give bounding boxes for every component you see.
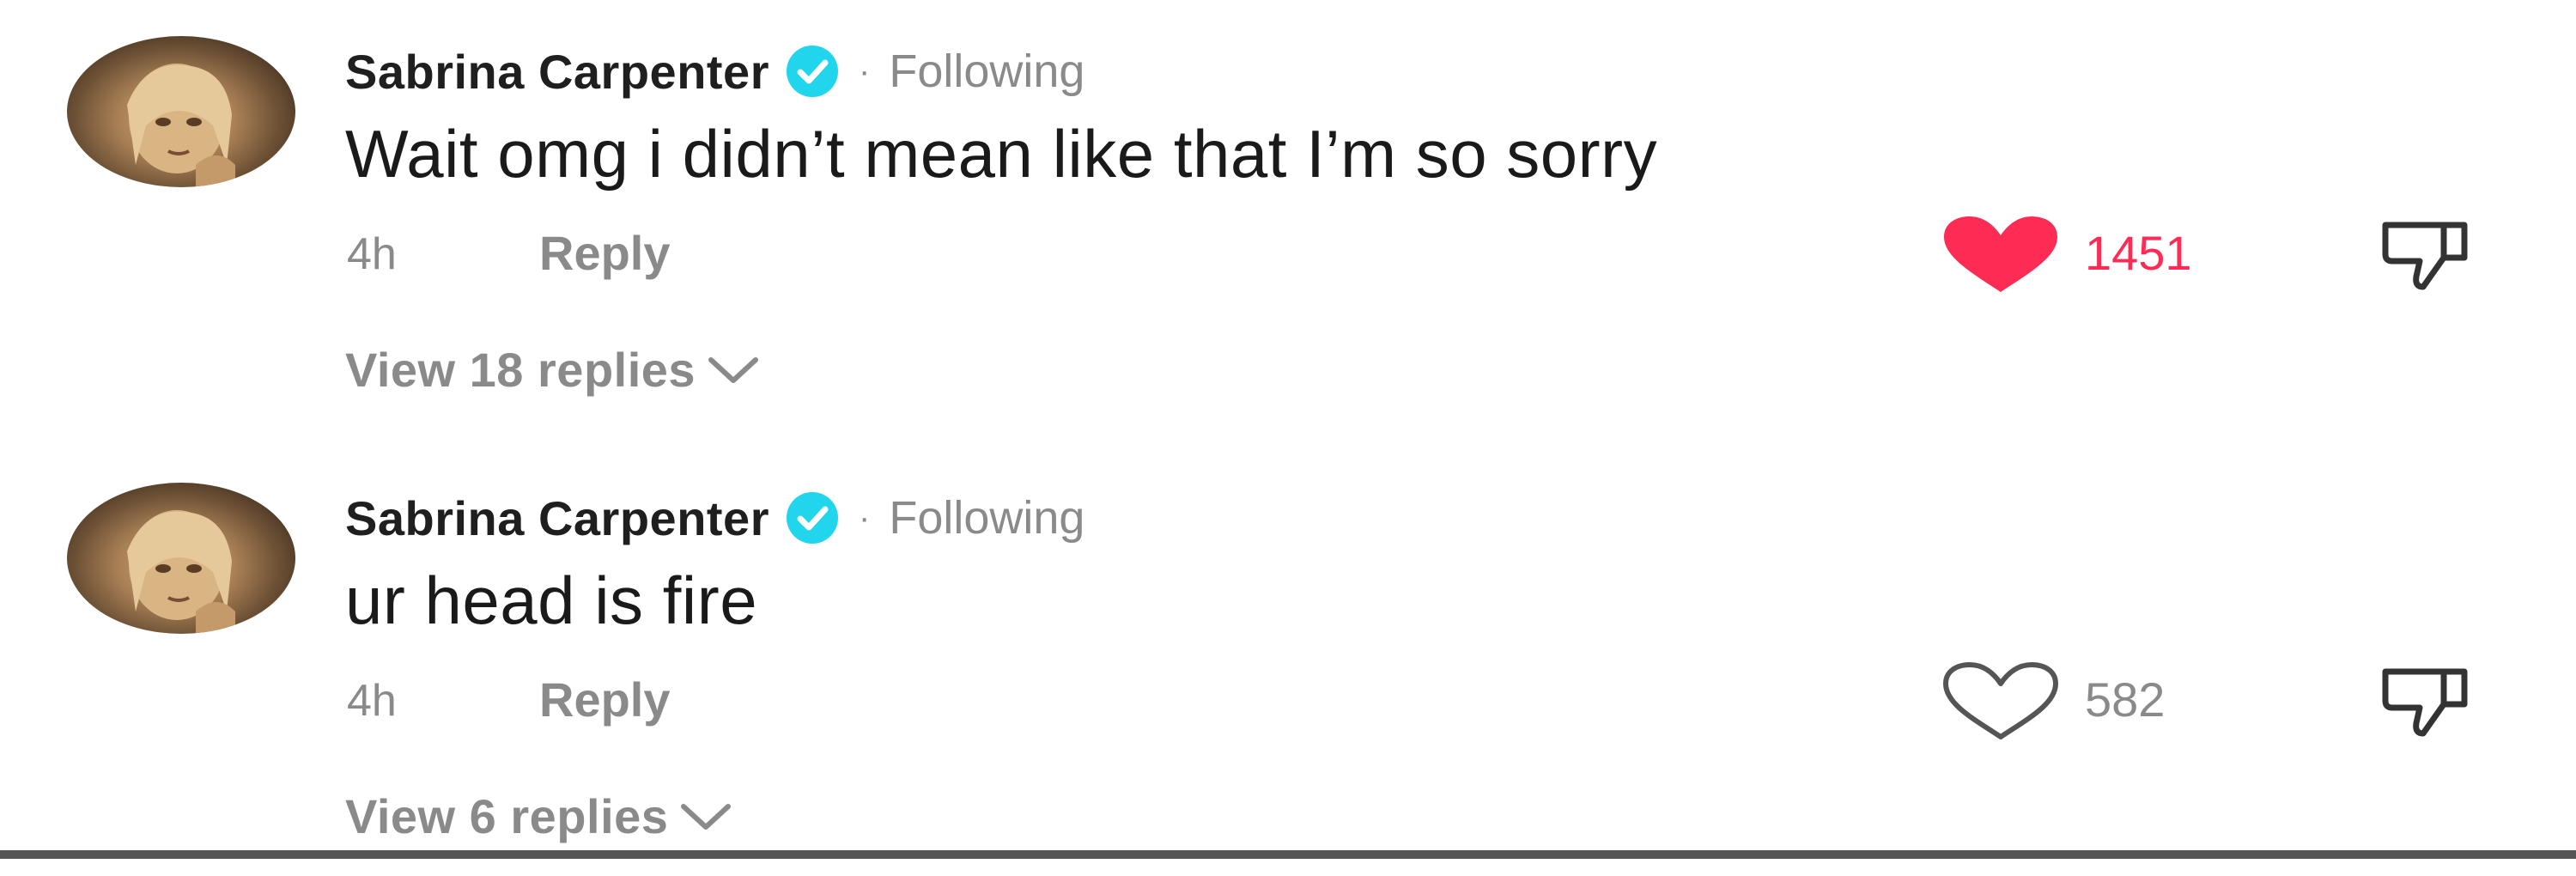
heart-icon[interactable]: [1941, 215, 2061, 294]
separator-dot: ·: [859, 52, 871, 90]
username[interactable]: Sabrina Carpenter: [345, 44, 769, 100]
view-replies-button[interactable]: View 18 replies: [345, 342, 761, 398]
comment-header: Sabrina Carpenter · Following: [345, 41, 1084, 101]
like-count: 1451: [2085, 226, 2192, 280]
comment-item: Sabrina Carpenter · Following ur head is…: [0, 447, 2576, 876]
comment-text: ur head is fire: [345, 563, 758, 638]
comment-item: Sabrina Carpenter · Following Wait omg i…: [0, 0, 2576, 429]
bottom-divider: [0, 850, 2576, 859]
like-count: 582: [2085, 672, 2166, 727]
thumbs-down-icon[interactable]: [2379, 218, 2473, 290]
following-status: Following: [889, 46, 1085, 97]
following-status: Following: [889, 492, 1085, 544]
avatar-photo: [127, 64, 235, 187]
comment-timestamp: 4h: [347, 229, 397, 279]
separator-dot: ·: [859, 498, 871, 537]
reply-button[interactable]: Reply: [539, 225, 671, 281]
comment-timestamp: 4h: [347, 676, 397, 726]
heart-icon[interactable]: [1941, 661, 2061, 740]
comment-text: Wait omg i didn’t mean like that I’m so …: [345, 116, 1658, 192]
thumbs-down-icon[interactable]: [2379, 665, 2473, 737]
chevron-down-icon: [678, 800, 733, 834]
view-replies-button[interactable]: View 6 replies: [345, 788, 733, 844]
reply-button[interactable]: Reply: [539, 672, 671, 727]
avatar-photo: [127, 510, 235, 634]
username[interactable]: Sabrina Carpenter: [345, 490, 769, 546]
avatar[interactable]: [67, 483, 295, 634]
comment-header: Sabrina Carpenter · Following: [345, 488, 1084, 548]
chevron-down-icon: [706, 353, 761, 387]
avatar[interactable]: [67, 36, 295, 187]
verified-badge-icon: [785, 44, 840, 99]
verified-badge-icon: [785, 490, 840, 545]
view-replies-label: View 6 replies: [345, 789, 669, 843]
view-replies-label: View 18 replies: [345, 343, 696, 397]
